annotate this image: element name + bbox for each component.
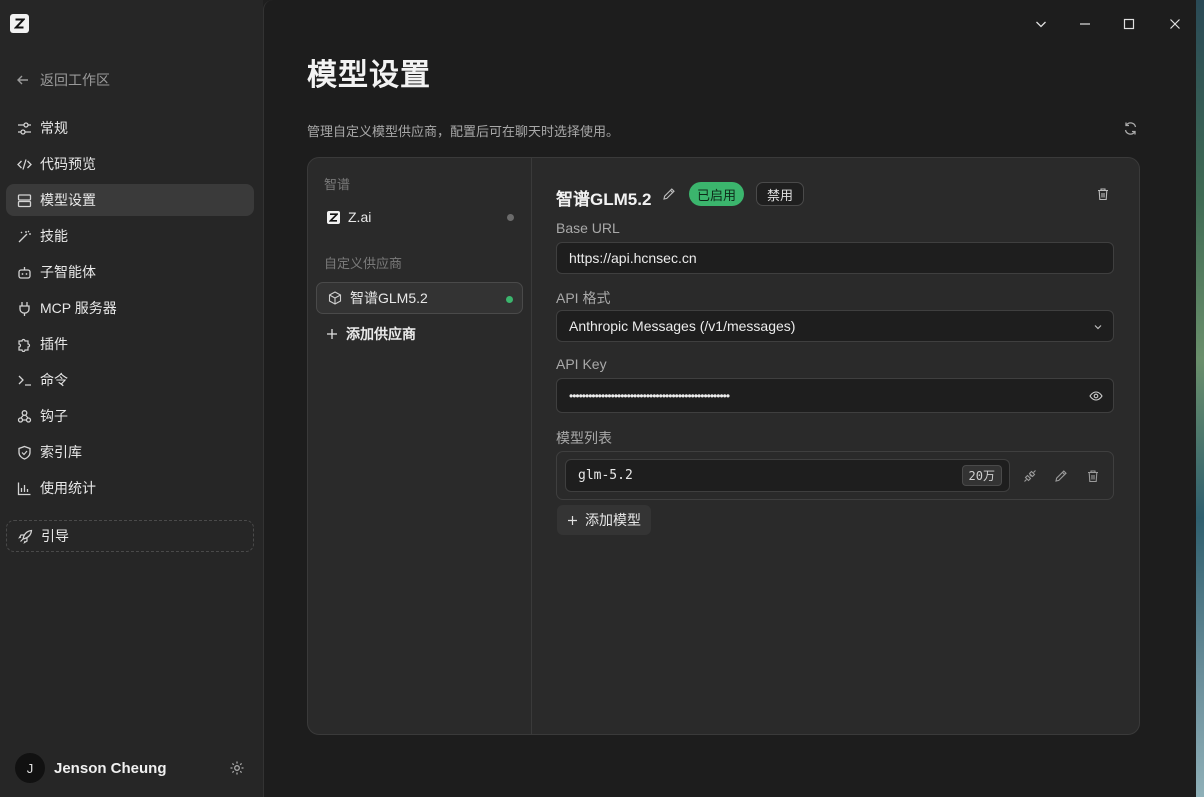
sliders-icon [16, 120, 32, 136]
plus-icon [567, 515, 578, 526]
back-label: 返回工作区 [40, 72, 110, 88]
page-title: 模型设置 [307, 59, 431, 92]
api-format-label: API 格式 [556, 290, 611, 306]
api-key-label: API Key [556, 356, 607, 372]
puzzle-icon [16, 336, 32, 352]
chevron-down-icon[interactable] [1031, 14, 1051, 34]
cube-icon [328, 291, 342, 305]
api-key-field[interactable]: ••••••••••••••••••••••••••••••••••••••••… [556, 378, 1114, 413]
provider-title: 智谱GLM5.2 [556, 190, 652, 209]
api-key-value[interactable]: ••••••••••••••••••••••••••••••••••••••••… [569, 389, 730, 403]
zai-logo-icon [327, 210, 340, 224]
nav-label: 技能 [40, 228, 68, 244]
guide-label: 引导 [41, 528, 69, 544]
provider-panel: 智谱 Z.ai 自定义供应商 智谱GLM5.2 添加供应商 智谱GLM5.2 已… [307, 157, 1140, 735]
guide-button[interactable]: 引导 [6, 520, 254, 552]
nav-item-plugins[interactable]: 插件 [6, 328, 254, 360]
user-name: Jenson Cheung [54, 759, 167, 777]
status-dot [507, 214, 514, 221]
nav-item-mcp-servers[interactable]: MCP 服务器 [6, 292, 254, 324]
gear-icon[interactable] [229, 760, 245, 776]
avatar[interactable]: J [15, 753, 45, 783]
nav-item-model-settings[interactable]: 模型设置 [6, 184, 254, 216]
main-content: 模型设置 管理自定义模型供应商，配置后可在聊天时选择使用。 智谱 Z.ai 自定… [263, 0, 1196, 797]
maximize-icon[interactable] [1119, 14, 1139, 34]
models-label: 模型列表 [556, 430, 612, 446]
api-format-select[interactable]: Anthropic Messages (/v1/messages) [556, 310, 1114, 342]
model-list: glm-5.2 20万 [556, 451, 1114, 500]
list-item[interactable]: glm-5.2 20万 [565, 459, 1010, 492]
nav-item-commands[interactable]: 命令 [6, 364, 254, 396]
rocket-icon [17, 528, 33, 544]
nav-item-code-preview[interactable]: 代码预览 [6, 148, 254, 180]
server-icon [16, 192, 32, 208]
refresh-icon[interactable] [1123, 121, 1139, 137]
enabled-badge[interactable]: 已启用 [689, 182, 745, 206]
arrow-left-icon [16, 73, 30, 87]
provider-detail: 智谱GLM5.2 已启用 禁用 Base URL API 格式 Anthropi… [532, 158, 1139, 734]
provider-item-zai[interactable]: Z.ai [316, 201, 523, 233]
nav-label: 索引库 [40, 444, 82, 460]
provider-list: 智谱 Z.ai 自定义供应商 智谱GLM5.2 添加供应商 [308, 158, 532, 734]
base-url-field[interactable] [556, 242, 1114, 274]
minimize-icon[interactable] [1075, 14, 1095, 34]
nav-label: 代码预览 [40, 156, 96, 172]
bot-icon [16, 264, 32, 280]
provider-name: Z.ai [348, 209, 372, 225]
model-id: glm-5.2 [578, 468, 633, 483]
pencil-icon[interactable] [662, 187, 676, 201]
nav-label: 常规 [40, 120, 68, 136]
trash-icon[interactable] [1086, 469, 1100, 483]
add-model-label: 添加模型 [585, 512, 641, 528]
context-badge: 20万 [961, 465, 1002, 486]
base-url-label: Base URL [556, 220, 620, 236]
status-dot [506, 296, 513, 303]
plug-icon [16, 300, 32, 316]
nav-label: 子智能体 [40, 264, 96, 280]
test-connection-icon[interactable] [1023, 469, 1037, 483]
add-model-button[interactable]: 添加模型 [557, 505, 651, 535]
nav-label: 插件 [40, 336, 68, 352]
nav-item-hooks[interactable]: 钩子 [6, 400, 254, 432]
user-profile: J Jenson Cheung [15, 753, 245, 783]
close-icon[interactable] [1165, 14, 1185, 34]
disable-button[interactable]: 禁用 [756, 182, 805, 206]
nav-label: 模型设置 [40, 192, 96, 208]
pencil-icon[interactable] [1054, 469, 1068, 483]
code-icon [16, 156, 32, 172]
trash-icon[interactable] [1096, 187, 1110, 201]
nav-label: 钩子 [40, 408, 68, 424]
nav-item-index[interactable]: 索引库 [6, 436, 254, 468]
settings-nav: 常规 代码预览 模型设置 技能 子智能体 MCP 服务器 插件 命令 钩子 索引… [6, 112, 254, 508]
webhook-icon [16, 408, 32, 424]
chevron-down-icon [1093, 322, 1103, 332]
app-logo-icon [10, 14, 29, 33]
page-description: 管理自定义模型供应商，配置后可在聊天时选择使用。 [307, 124, 620, 139]
nav-label: 使用统计 [40, 480, 96, 496]
group-label-builtin: 智谱 [324, 177, 351, 192]
add-provider-label: 添加供应商 [346, 326, 416, 342]
terminal-icon [16, 372, 32, 388]
nav-item-skills[interactable]: 技能 [6, 220, 254, 252]
desktop-wallpaper-edge [1196, 0, 1204, 797]
provider-name: 智谱GLM5.2 [350, 290, 428, 306]
add-provider-button[interactable]: 添加供应商 [326, 324, 416, 344]
nav-item-usage-stats[interactable]: 使用统计 [6, 472, 254, 504]
provider-item-glm52[interactable]: 智谱GLM5.2 [316, 282, 523, 314]
magic-wand-icon [16, 228, 32, 244]
sidebar: 返回工作区 常规 代码预览 模型设置 技能 子智能体 MCP 服务器 插件 命令… [0, 0, 263, 797]
api-format-value: Anthropic Messages (/v1/messages) [569, 318, 796, 334]
plus-icon [326, 328, 338, 340]
nav-label: 命令 [40, 372, 68, 388]
bar-chart-icon [16, 480, 32, 496]
back-to-workspace-link[interactable]: 返回工作区 [16, 70, 110, 90]
nav-item-subagents[interactable]: 子智能体 [6, 256, 254, 288]
nav-label: MCP 服务器 [40, 300, 117, 316]
shield-icon [16, 444, 32, 460]
group-label-custom: 自定义供应商 [324, 256, 403, 271]
base-url-input[interactable] [569, 250, 1113, 266]
nav-item-general[interactable]: 常规 [6, 112, 254, 144]
eye-icon[interactable] [1089, 389, 1103, 403]
